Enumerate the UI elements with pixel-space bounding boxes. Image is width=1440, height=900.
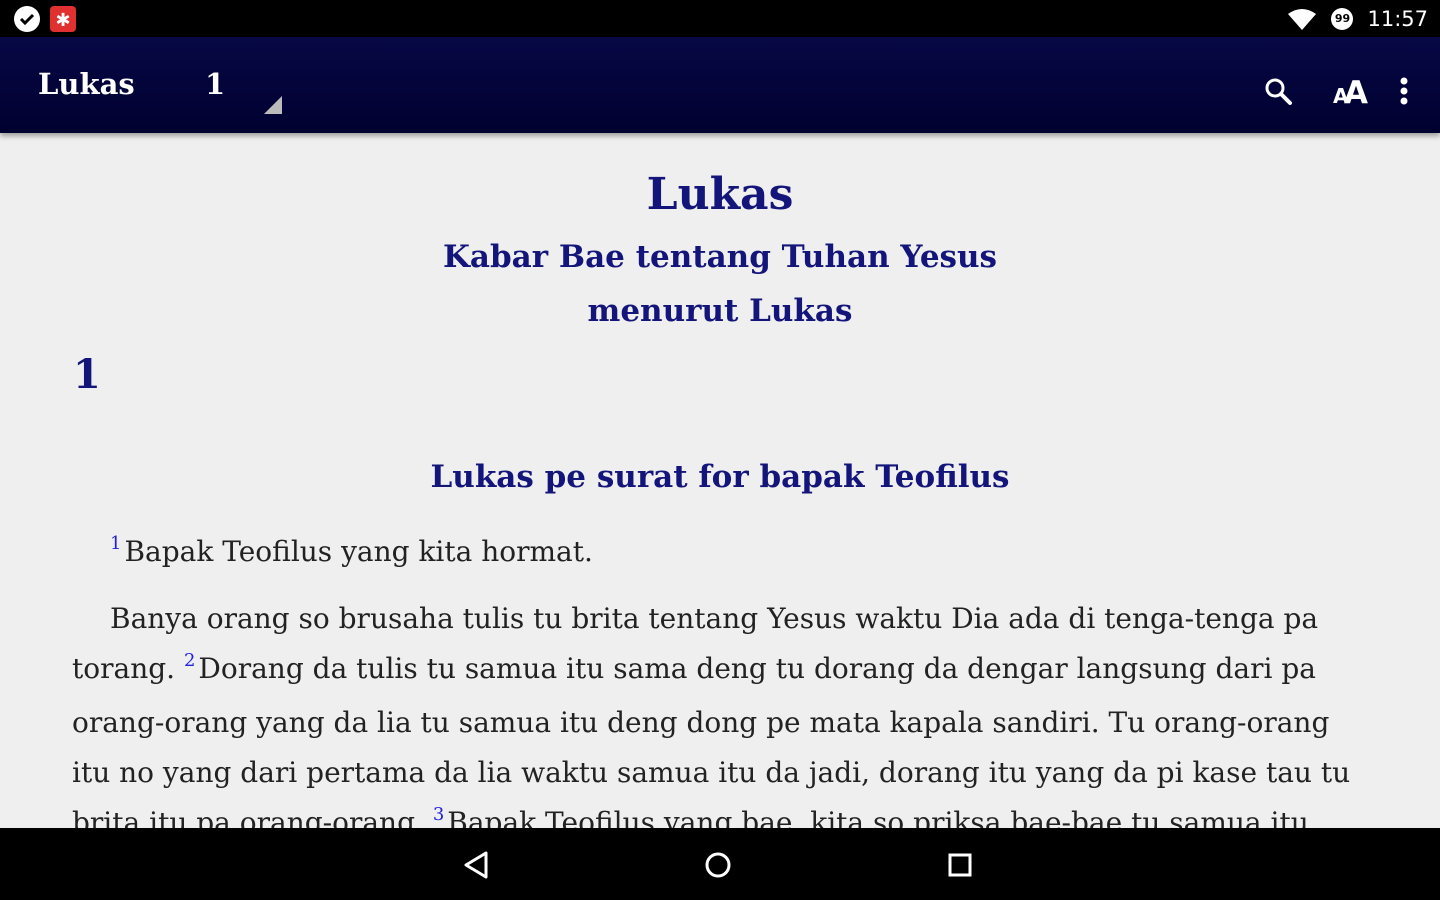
reader-content[interactable]: Lukas Kabar Bae tentang Tuhan Yesus menu… — [0, 133, 1440, 828]
wifi-icon — [1287, 7, 1317, 31]
app-notification-icon: ✱ — [50, 6, 76, 32]
paragraph-1: 1 Bapak Teofilus yang kita hormat. — [72, 527, 1362, 581]
notification-badge-count: 99 — [1334, 11, 1351, 25]
clock: 11:57 — [1367, 6, 1428, 31]
svg-text:✱: ✱ — [55, 10, 70, 31]
book-subtitle-line1: Kabar Bae tentang Tuhan Yesus — [442, 239, 998, 275]
book-selector[interactable]: Lukas — [38, 67, 135, 101]
recent-apps-icon[interactable] — [935, 840, 985, 890]
text-size-icon[interactable]: AA — [1328, 69, 1372, 113]
section-heading: Lukas pe surat for bapak Teofilus — [430, 459, 1010, 495]
svg-text:A: A — [1344, 75, 1368, 108]
app-toolbar: Lukas 1 AA — [0, 37, 1440, 133]
check-circle-icon — [14, 6, 40, 32]
verse-text-1[interactable]: Bapak Teofilus yang kita hormat. — [124, 535, 592, 568]
dropdown-triangle-icon[interactable] — [262, 94, 282, 114]
system-nav-bar — [0, 828, 1440, 900]
data-saver-icon: 99 — [1329, 6, 1355, 32]
paragraph-2: Banya orang so brusaha tulis tu brita te… — [72, 594, 1362, 828]
verse-number-3[interactable]: 3 — [433, 804, 444, 825]
verse-text-2[interactable]: Dorang da tulis tu samua itu sama deng t… — [72, 652, 1350, 828]
status-bar: ✱ 99 11:57 — [0, 0, 1440, 37]
book-subtitle-line2: menurut Lukas — [587, 293, 853, 329]
book-title: Lukas — [646, 169, 794, 220]
more-options-icon[interactable] — [1382, 69, 1426, 113]
verse-number-2[interactable]: 2 — [184, 650, 195, 671]
home-icon[interactable] — [693, 840, 743, 890]
chapter-number: 1 — [73, 351, 101, 398]
verse-number-1[interactable]: 1 — [110, 533, 121, 554]
search-icon[interactable] — [1256, 69, 1300, 113]
back-icon[interactable] — [451, 840, 501, 890]
chapter-selector[interactable]: 1 — [205, 67, 225, 101]
